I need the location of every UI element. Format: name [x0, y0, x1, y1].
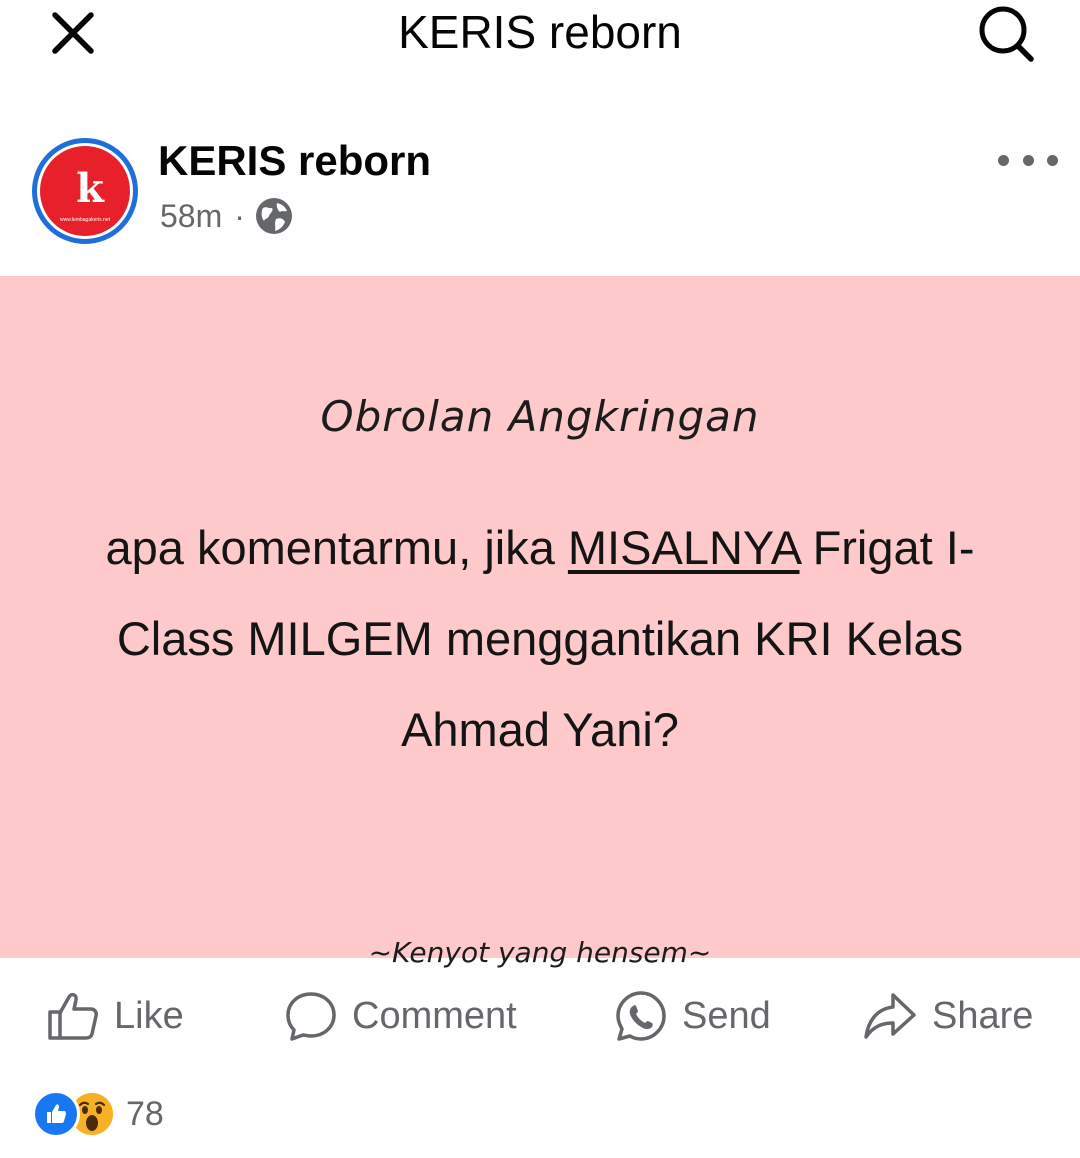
post-actions: Like Comment Send Share [0, 960, 1080, 1080]
thumbs-up-icon [48, 992, 98, 1040]
post-image[interactable]: Obrolan Angkringan apa komentarmu, jika … [0, 276, 1080, 969]
reaction-count: 78 [126, 1094, 164, 1133]
reactions-summary[interactable]: 78 [32, 1090, 164, 1138]
post-meta: 58m · [160, 196, 293, 236]
image-body-highlight: MISALNYA [567, 521, 800, 574]
post-header: k www.lembagakeris.net KERIS reborn 58m … [0, 130, 1080, 250]
comment-button[interactable]: Comment [284, 986, 517, 1046]
avatar-caption: www.lembagakeris.net [59, 217, 111, 223]
share-label: Share [932, 994, 1034, 1037]
search-button[interactable] [974, 4, 1038, 64]
comment-label: Comment [352, 994, 517, 1037]
search-icon [979, 6, 1034, 62]
globe-icon [255, 198, 292, 234]
image-body-text: apa komentarmu, jika MISALNYA Frigat I-C… [50, 502, 1030, 775]
whatsapp-icon [616, 991, 666, 1041]
page-title: KERIS reborn [398, 6, 682, 58]
like-label: Like [114, 994, 184, 1037]
send-label: Send [682, 994, 771, 1037]
share-button[interactable]: Share [862, 986, 1033, 1046]
image-body-part1: apa komentarmu, jika [105, 521, 568, 574]
more-dot [1022, 154, 1034, 166]
more-dot [998, 154, 1009, 166]
like-reaction-icon [32, 1090, 80, 1138]
comment-icon [286, 992, 336, 1041]
keris-logo: k www.lembagakeris.net [40, 146, 130, 236]
avatar[interactable]: k www.lembagakeris.net [32, 138, 138, 244]
post-author-name[interactable]: KERIS reborn [158, 136, 431, 186]
post-time[interactable]: 58m [160, 196, 222, 236]
send-button[interactable]: Send [614, 986, 771, 1046]
image-title: Obrolan Angkringan [320, 392, 760, 441]
more-dot [1047, 154, 1058, 166]
meta-separator: · [234, 198, 245, 234]
top-bar: KERIS reborn [0, 0, 1080, 66]
share-icon [864, 993, 916, 1039]
like-button[interactable]: Like [46, 986, 184, 1046]
avatar-letter: k [76, 165, 104, 212]
more-options-button[interactable] [998, 144, 1058, 176]
